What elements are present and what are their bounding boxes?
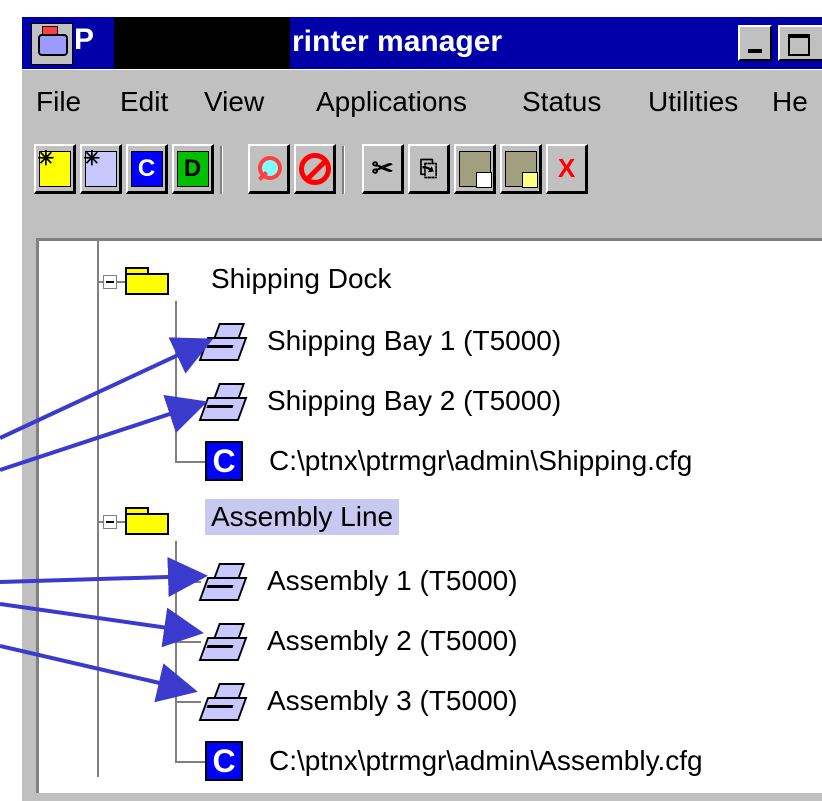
- window-title-prefix: P: [74, 23, 95, 56]
- tree-connector: [175, 761, 205, 763]
- menu-applications[interactable]: Applications: [316, 86, 467, 118]
- search-icon: [254, 152, 284, 186]
- toolbar-separator: [342, 146, 345, 194]
- tree-item-assembly-2[interactable]: Assembly 2 (T5000): [267, 625, 518, 657]
- copy-icon: ⎘: [419, 155, 438, 181]
- tree-item-shipping-bay-1[interactable]: Shipping Bay 1 (T5000): [267, 325, 561, 357]
- cut-icon: ✂: [371, 153, 394, 183]
- tree-connector: [175, 541, 177, 763]
- new-printer-button[interactable]: [80, 144, 122, 194]
- printer-icon: [198, 383, 248, 423]
- redaction-box: [114, 17, 290, 69]
- new-driver-button[interactable]: D: [172, 144, 214, 194]
- tree-connector: [175, 701, 201, 703]
- printer-icon: [198, 623, 248, 663]
- menu-status[interactable]: Status: [522, 86, 601, 118]
- printer-icon: [198, 323, 248, 363]
- menu-bar: File Edit View Applications Status Utili…: [22, 70, 822, 132]
- tree-group-shipping-dock[interactable]: Shipping Dock: [211, 263, 392, 295]
- app-icon[interactable]: [31, 23, 73, 65]
- new-driver-icon: D: [176, 150, 209, 187]
- tree-group-assembly-line[interactable]: Assembly Line: [205, 499, 400, 535]
- tree-connector: [175, 301, 177, 461]
- delete-button[interactable]: X: [546, 144, 588, 194]
- menu-file[interactable]: File: [36, 86, 81, 118]
- stop-icon: [298, 152, 331, 185]
- minimize-button[interactable]: [738, 25, 772, 61]
- tree-connector: [175, 341, 201, 343]
- maximize-button[interactable]: [778, 25, 822, 61]
- tree-connector: [97, 241, 99, 777]
- tree-item-assembly-3[interactable]: Assembly 3 (T5000): [267, 685, 518, 717]
- tree-connector: [175, 641, 201, 643]
- printer-icon: [198, 683, 248, 723]
- menu-help[interactable]: He: [772, 86, 808, 118]
- tree-item-shipping-cfg[interactable]: C:\ptnx\ptrmgr\admin\Shipping.cfg: [269, 445, 692, 477]
- paste-link-icon: [504, 150, 538, 188]
- search-button[interactable]: [248, 144, 290, 194]
- tree-view[interactable]: Shipping Dock Shipping Bay 1 (T5000) Shi…: [36, 238, 822, 793]
- new-folder-icon: [38, 146, 71, 187]
- paste-icon: [458, 150, 492, 188]
- tree-item-shipping-bay-2[interactable]: Shipping Bay 2 (T5000): [267, 385, 561, 417]
- stop-button[interactable]: [294, 144, 336, 194]
- printer-icon: [198, 563, 248, 603]
- collapse-icon[interactable]: [103, 515, 117, 529]
- config-file-icon: C: [205, 441, 243, 481]
- window-title: rinter manager: [292, 25, 503, 58]
- menu-edit[interactable]: Edit: [120, 86, 168, 118]
- config-file-icon: C: [205, 741, 243, 781]
- new-config-button[interactable]: C: [126, 144, 168, 194]
- menu-view[interactable]: View: [204, 86, 264, 118]
- tree-connector: [175, 461, 205, 463]
- title-bar: P rinter manager: [22, 17, 822, 69]
- tree-item-assembly-cfg[interactable]: C:\ptnx\ptrmgr\admin\Assembly.cfg: [269, 745, 703, 777]
- tree-connector: [175, 581, 201, 583]
- copy-button[interactable]: ⎘: [408, 144, 450, 194]
- tree-connector: [175, 401, 201, 403]
- new-folder-button[interactable]: [34, 144, 76, 194]
- delete-icon: X: [557, 153, 576, 183]
- paste-button[interactable]: [454, 144, 496, 194]
- tree-panel-frame: Shipping Dock Shipping Bay 1 (T5000) Shi…: [22, 216, 822, 801]
- menu-utilities[interactable]: Utilities: [648, 86, 738, 118]
- new-printer-icon: [84, 146, 117, 187]
- new-config-icon: C: [130, 150, 163, 187]
- paste-link-button[interactable]: [500, 144, 542, 194]
- cut-button[interactable]: ✂: [362, 144, 404, 194]
- tree-item-assembly-1[interactable]: Assembly 1 (T5000): [267, 565, 518, 597]
- toolbar: C D ✂ ⎘ X: [22, 132, 822, 216]
- folder-icon: [125, 507, 171, 537]
- toolbar-separator: [220, 146, 223, 194]
- folder-icon: [125, 267, 171, 297]
- collapse-icon[interactable]: [103, 275, 117, 289]
